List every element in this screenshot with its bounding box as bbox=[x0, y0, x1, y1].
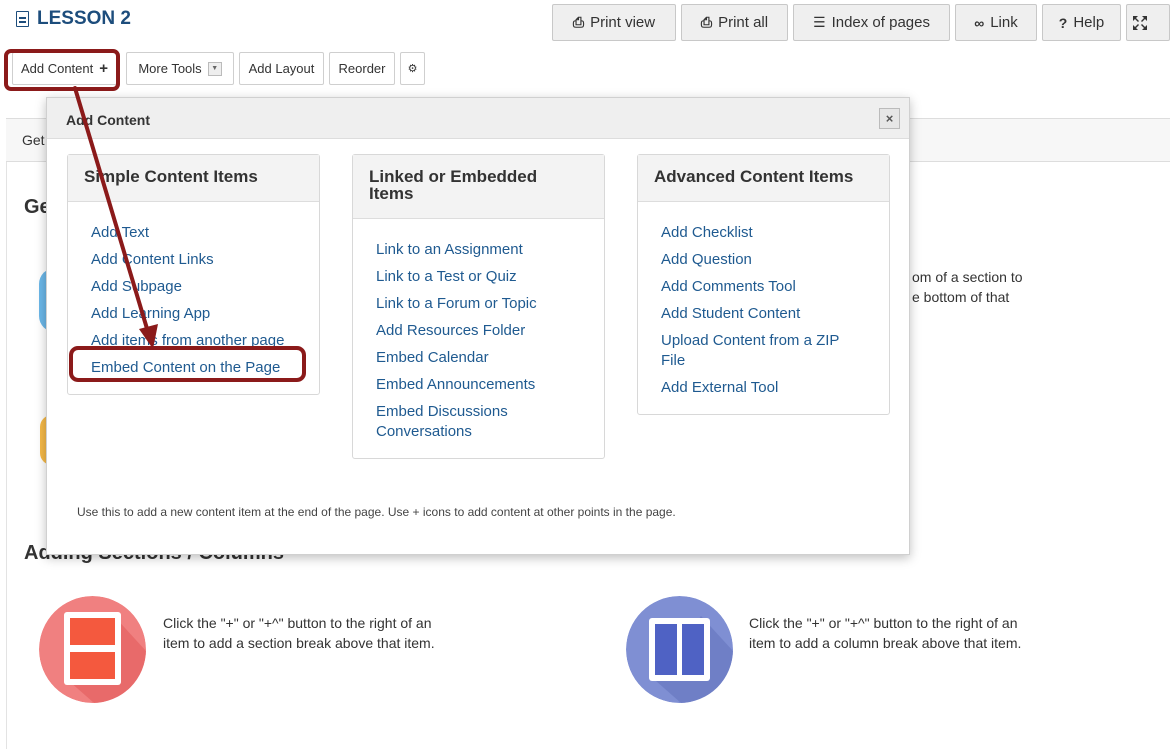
annotation-arrow bbox=[73, 86, 158, 349]
